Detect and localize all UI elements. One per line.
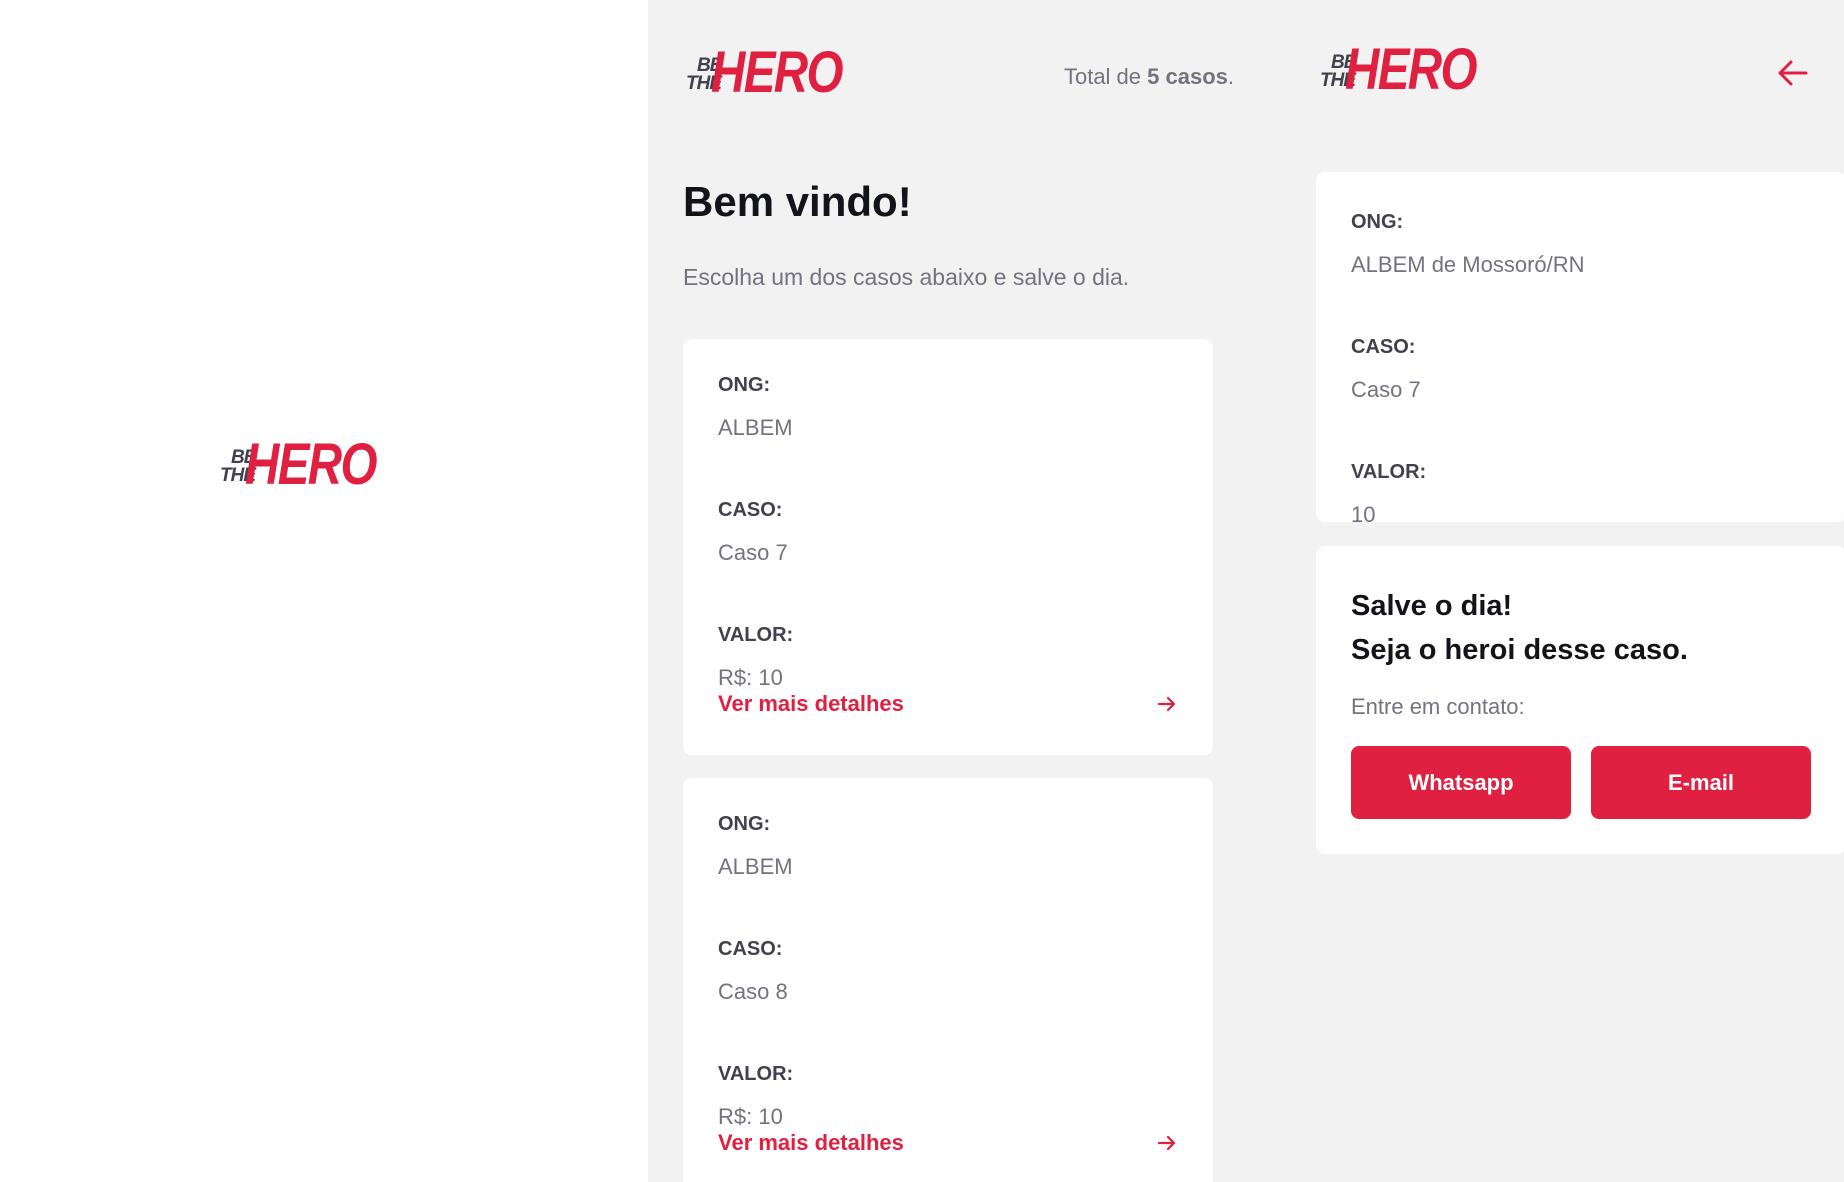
ong-value: ALBEM <box>718 854 793 879</box>
contact-title: Salve o dia! <box>1351 590 1513 622</box>
details-link-label: Ver mais detalhes <box>718 1130 904 1155</box>
valor-label: VALOR: <box>718 1063 794 1085</box>
logo-hero-text: HERO <box>711 40 843 105</box>
valor-label: VALOR: <box>718 624 794 646</box>
page-title: Bem vindo! <box>683 178 912 225</box>
valor-label: VALOR: <box>1351 461 1427 483</box>
incident-card: ONG: ALBEM CASO: Caso 8 VALOR: R$: 10 Ve… <box>683 778 1213 1182</box>
caso-value: Caso 7 <box>1351 377 1421 402</box>
page-subtitle: Escolha um dos casos abaixo e salve o di… <box>683 264 1130 290</box>
contact-card: Salve o dia! Seja o heroi desse caso. En… <box>1316 546 1844 854</box>
ong-label: ONG: <box>718 813 771 835</box>
total-suffix: . <box>1227 64 1234 89</box>
ong-label: ONG: <box>718 374 771 396</box>
be-the-hero-logo: BE THE HERO <box>682 44 843 108</box>
total-count: 5 casos <box>1147 64 1228 89</box>
whatsapp-button[interactable]: Whatsapp <box>1351 746 1571 819</box>
details-link[interactable]: Ver mais detalhes <box>718 689 1178 719</box>
arrow-right-icon <box>1156 693 1178 715</box>
caso-label: CASO: <box>1351 336 1416 358</box>
ong-label: ONG: <box>1351 211 1404 233</box>
arrow-right-icon <box>1156 1132 1178 1154</box>
logo-hero-text: HERO <box>245 432 377 497</box>
contact-subtitle: Entre em contato: <box>1351 694 1525 719</box>
valor-value: 10 <box>1351 502 1376 527</box>
incident-detail-screen: BE THE HERO ONG: ALBEM de Mossoró/RN CAS… <box>1282 0 1844 1182</box>
ong-value: ALBEM de Mossoró/RN <box>1351 252 1585 277</box>
contact-actions: Whatsapp E-mail <box>1351 746 1811 819</box>
be-the-hero-logo: BE THE HERO <box>1316 41 1477 105</box>
arrow-left-icon[interactable] <box>1776 56 1810 95</box>
total-cases: Total de 5 casos. <box>1064 64 1234 90</box>
email-button[interactable]: E-mail <box>1591 746 1811 819</box>
contact-title-2: Seja o heroi desse caso. <box>1351 634 1688 666</box>
total-prefix: Total de <box>1063 64 1148 89</box>
details-link-label: Ver mais detalhes <box>718 691 904 716</box>
valor-value: R$: 10 <box>718 1104 783 1129</box>
logo-hero-text: HERO <box>1345 37 1477 102</box>
be-the-hero-logo: BE THE HERO <box>216 434 377 498</box>
caso-label: CASO: <box>718 938 783 960</box>
caso-value: Caso 7 <box>718 540 788 565</box>
incidents-screen: BE THE HERO Total de 5 casos. Bem vindo!… <box>648 0 1282 1182</box>
incident-detail-card: ONG: ALBEM de Mossoró/RN CASO: Caso 7 VA… <box>1316 172 1844 527</box>
splash-screen: BE THE HERO <box>0 0 648 1182</box>
caso-value: Caso 8 <box>718 979 788 1004</box>
incident-card: ONG: ALBEM CASO: Caso 7 VALOR: R$: 10 Ve… <box>683 339 1213 755</box>
valor-value: R$: 10 <box>718 665 783 690</box>
caso-label: CASO: <box>718 499 783 521</box>
details-link[interactable]: Ver mais detalhes <box>718 1128 1178 1158</box>
ong-value: ALBEM <box>718 415 793 440</box>
